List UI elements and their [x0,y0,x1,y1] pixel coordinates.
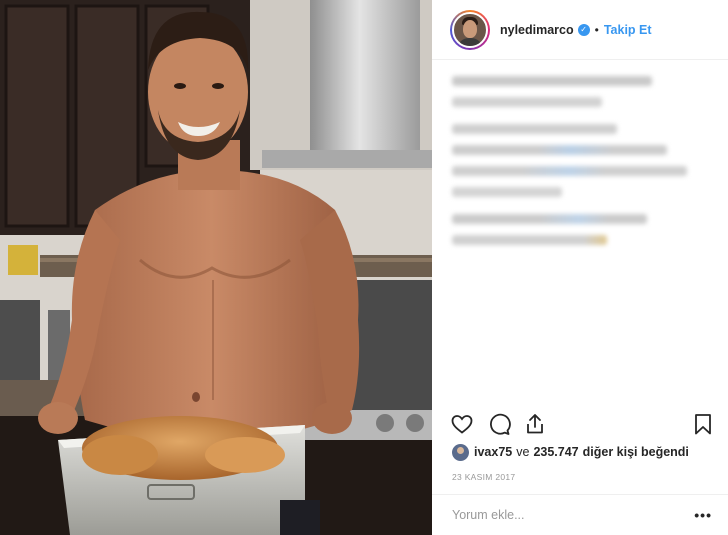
action-bar [432,410,728,440]
likes-summary: ivax75 ve 235.747 diğer kişi beğendi [452,443,689,461]
blurred-caption [452,76,702,256]
avatar[interactable] [452,11,488,48]
heart-icon[interactable] [450,412,474,436]
bookmark-icon[interactable] [691,412,715,436]
comment-input[interactable] [452,508,695,522]
liker-avatar[interactable] [452,443,469,461]
verified-badge-icon: ✓ [577,23,590,36]
post-date[interactable]: 23 KASIM 2017 [452,472,515,482]
post-photo[interactable] [0,0,432,535]
kitchen-photo-illustration [0,0,432,535]
likes-connector: ve [516,445,530,459]
comment-icon[interactable] [487,412,511,436]
share-icon[interactable] [523,412,547,436]
follow-button[interactable]: Takip Et [604,23,652,37]
likes-count[interactable]: 235.747 [533,445,578,459]
likes-suffix[interactable]: diğer kişi beğendi [583,445,689,459]
username-link[interactable]: nyledimarco [500,23,574,37]
post-header: nyledimarco ✓ • Takip Et [432,0,728,60]
separator-dot: • [594,22,599,37]
comment-bar: ••• [432,494,728,535]
liker-username[interactable]: ivax75 [474,445,512,459]
story-ring[interactable] [450,9,490,50]
more-options-button[interactable]: ••• [694,507,712,523]
post-sidebar: nyledimarco ✓ • Takip Et ivax75 ve 235.7… [432,0,728,535]
